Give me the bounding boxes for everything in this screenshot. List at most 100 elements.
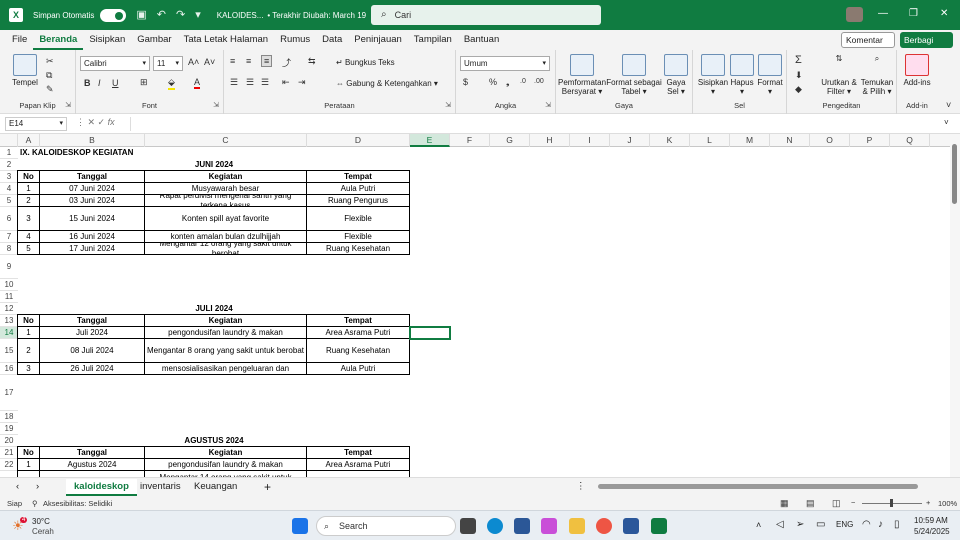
horizontal-scrollbar[interactable]	[598, 484, 918, 489]
tab-page-layout[interactable]: Tata Letak Halaman	[178, 30, 275, 50]
format-as-table-button[interactable]: Format sebagai Tabel ▾	[606, 54, 662, 96]
language-indicator[interactable]: ENG	[836, 520, 853, 529]
fx-icon[interactable]: ⋮ ✕ ✓ fx	[76, 117, 115, 128]
tab-view[interactable]: Tampilan	[408, 30, 458, 50]
row-header[interactable]: 5	[0, 195, 18, 207]
row-header[interactable]: 11	[0, 291, 18, 303]
save-icon[interactable]: ▣	[136, 9, 146, 21]
activity-cell[interactable]: Mengantar 8 orang yang sakit untuk berob…	[144, 338, 307, 363]
copy-icon[interactable]: ⧉	[46, 70, 52, 81]
clock-date[interactable]: 5/24/2025	[914, 527, 950, 536]
prev-sheet-icon[interactable]: ‹	[8, 479, 27, 496]
zoom-out-icon[interactable]: −	[851, 498, 855, 507]
row-header[interactable]: 9	[0, 255, 18, 279]
date-cell[interactable]: 08 Juli 2024	[39, 338, 145, 363]
font-launcher-icon[interactable]: ⇲	[213, 101, 219, 109]
date-cell[interactable]: 15 Juni 2024	[39, 206, 145, 231]
conditional-formatting-button[interactable]: Pemformatan Bersyarat ▾	[558, 54, 606, 96]
row-header[interactable]: 21	[0, 447, 18, 459]
currency-icon[interactable]: $	[463, 77, 468, 87]
volume-icon[interactable]: ♪	[878, 519, 883, 530]
align-center-icon[interactable]: ☰	[246, 77, 254, 88]
row-number-cell[interactable]: 3	[17, 362, 40, 375]
column-header[interactable]: Q	[890, 134, 930, 147]
scroll-thumb[interactable]	[952, 144, 957, 204]
sort-filter-button[interactable]: ⇅ Urutkan & Filter ▾	[819, 54, 859, 96]
row-header[interactable]: 4	[0, 183, 18, 195]
insert-cells-button[interactable]: Sisipkan ▾	[697, 54, 729, 96]
tab-review[interactable]: Peninjauan	[348, 30, 408, 50]
font-color-icon[interactable]: A	[194, 77, 201, 89]
zoom-in-icon[interactable]: +	[926, 498, 930, 507]
row-header[interactable]: 8	[0, 243, 18, 255]
excel-taskbar-icon[interactable]	[651, 518, 667, 534]
decrease-indent-icon[interactable]: ⇤	[282, 77, 290, 88]
task-view-icon[interactable]	[460, 518, 476, 534]
word-icon[interactable]	[623, 518, 639, 534]
clipboard-launcher-icon[interactable]: ⇲	[65, 101, 71, 109]
formula-input[interactable]	[130, 117, 940, 131]
column-header[interactable]: L	[690, 134, 730, 147]
column-header[interactable]: J	[610, 134, 650, 147]
font-name-select[interactable]: Calibri ▾	[80, 56, 150, 71]
addins-button[interactable]: Add-ins	[901, 54, 933, 87]
increase-decimal-icon[interactable]: .0	[520, 78, 526, 85]
store-icon[interactable]	[514, 518, 530, 534]
customize-qat-icon[interactable]: ▾	[195, 9, 201, 21]
format-cells-button[interactable]: Format ▾	[755, 54, 785, 96]
place-cell[interactable]: Ruang Kesehatan	[306, 242, 410, 255]
row-header[interactable]: 7	[0, 231, 18, 243]
row-number-cell[interactable]: 2	[17, 338, 40, 363]
borders-icon[interactable]: ⊞	[140, 77, 148, 88]
share-button[interactable]: Berbagi	[900, 32, 953, 48]
tab-sheet-keuangan[interactable]: Keuangan	[186, 479, 245, 496]
display-icon[interactable]: ▭	[816, 519, 825, 530]
shrink-font-icon[interactable]: A˅	[204, 57, 215, 67]
bold-icon[interactable]: B	[84, 78, 91, 88]
column-header[interactable]: H	[530, 134, 570, 147]
activity-cell[interactable]: Mengantar 12 orang yang sakit untuk bero…	[144, 242, 307, 255]
row-header[interactable]: 17	[0, 375, 18, 411]
column-header[interactable]: P	[850, 134, 890, 147]
column-header[interactable]: I	[570, 134, 610, 147]
vertical-scrollbar[interactable]	[950, 134, 960, 477]
zoom-level[interactable]: 100%	[938, 499, 957, 508]
tab-file[interactable]: File	[6, 30, 33, 50]
date-cell[interactable]: 07 Agustus 2024	[39, 470, 145, 477]
row-number-cell[interactable]: 2	[17, 470, 40, 477]
send-icon[interactable]: ➢	[796, 519, 804, 530]
edge-icon[interactable]	[487, 518, 503, 534]
page-layout-icon[interactable]: ▤	[806, 498, 815, 509]
paste-button[interactable]: Tempel	[8, 54, 42, 87]
row-number-cell[interactable]: 3	[17, 206, 40, 231]
search-box[interactable]: ⌕ Cari	[371, 5, 601, 25]
align-bottom-icon[interactable]: ≡	[261, 55, 273, 67]
row-header[interactable]: 1	[0, 147, 18, 159]
tab-home[interactable]: Beranda	[33, 30, 84, 50]
row-header[interactable]: 20	[0, 435, 18, 447]
delete-cells-button[interactable]: Hapus ▾	[729, 54, 755, 96]
restore-icon[interactable]: ❐	[909, 8, 918, 19]
activity-cell[interactable]: Mengantar 14 orang yang sakit untuk bero…	[144, 470, 307, 477]
underline-icon[interactable]: U	[112, 78, 119, 88]
row-header[interactable]: 6	[0, 207, 18, 231]
rtl-icon[interactable]: ⇆	[308, 56, 316, 67]
column-header[interactable]: M	[730, 134, 770, 147]
place-cell[interactable]: Flexible	[306, 206, 410, 231]
avatar[interactable]	[846, 7, 863, 22]
file-name[interactable]: KALOIDES...	[217, 11, 264, 20]
italic-icon[interactable]: I	[98, 78, 101, 88]
alignment-launcher-icon[interactable]: ⇲	[445, 101, 451, 109]
expand-formula-icon[interactable]: ˅	[944, 118, 949, 127]
align-right-icon[interactable]: ☰	[261, 77, 269, 88]
accessibility-icon[interactable]: ⚲	[32, 499, 38, 508]
close-icon[interactable]: ✕	[940, 8, 948, 19]
percent-icon[interactable]: %	[489, 77, 497, 87]
tab-draw[interactable]: Gambar	[131, 30, 177, 50]
row-header[interactable]: 12	[0, 303, 18, 315]
column-header[interactable]: F	[450, 134, 490, 147]
battery-icon[interactable]: ▯	[894, 519, 900, 530]
select-all-corner[interactable]	[0, 134, 18, 147]
format-painter-icon[interactable]: ✎	[46, 84, 54, 95]
row-header[interactable]: 14	[0, 327, 18, 339]
